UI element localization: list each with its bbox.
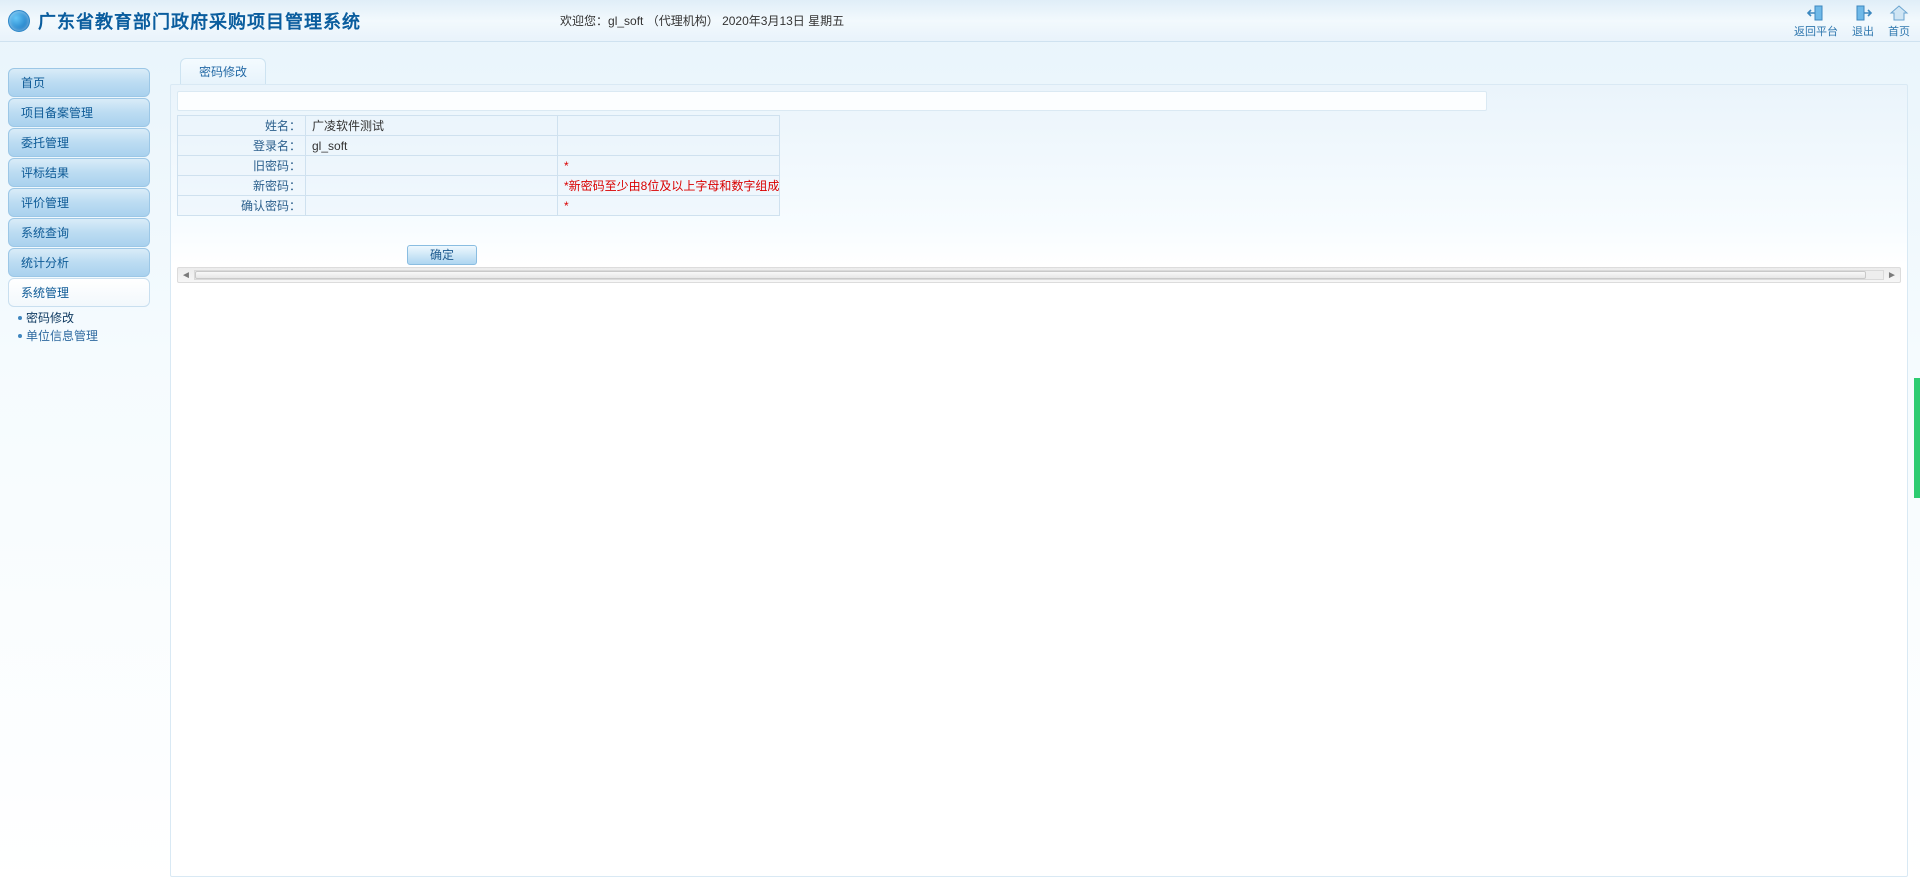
- submit-button[interactable]: 确定: [407, 245, 477, 265]
- sidebar-item-home[interactable]: 首页: [8, 68, 150, 97]
- value-login: gl_soft: [306, 136, 558, 156]
- sidebar-item-evaluation[interactable]: 评价管理: [8, 188, 150, 217]
- horizontal-scrollbar[interactable]: ◄ ►: [177, 267, 1901, 283]
- welcome-role: （代理机构）: [647, 14, 719, 28]
- home-icon: [1889, 4, 1909, 22]
- scroll-left-icon[interactable]: ◄: [178, 268, 194, 282]
- sidebar-submenu: 密码修改 单位信息管理: [8, 309, 150, 345]
- return-platform-button[interactable]: 返回平台: [1794, 4, 1838, 39]
- label-name: 姓名：: [178, 116, 306, 136]
- door-out-icon: [1806, 4, 1826, 22]
- app-logo-icon: [8, 10, 30, 32]
- tip-name: [558, 116, 780, 136]
- sidebar-sub-password[interactable]: 密码修改: [18, 309, 150, 327]
- sidebar-item-entrust[interactable]: 委托管理: [8, 128, 150, 157]
- sidebar-item-system-query[interactable]: 系统查询: [8, 218, 150, 247]
- sidebar-item-statistics[interactable]: 统计分析: [8, 248, 150, 277]
- label-login: 登录名：: [178, 136, 306, 156]
- value-name: 广凌软件测试: [306, 116, 558, 136]
- header: 广东省教育部门政府采购项目管理系统 欢迎您：gl_soft （代理机构） 202…: [0, 0, 1920, 42]
- home-button[interactable]: 首页: [1888, 4, 1910, 39]
- button-row: 确定: [177, 243, 1901, 267]
- new-password-input[interactable]: [312, 178, 557, 194]
- password-form: 姓名： 广凌软件测试 登录名： gl_soft 旧密码： * 新密码： *新密码…: [177, 115, 780, 216]
- tab-password-change[interactable]: 密码修改: [180, 58, 266, 84]
- content-pane: 姓名： 广凌软件测试 登录名： gl_soft 旧密码： * 新密码： *新密码…: [170, 84, 1908, 877]
- old-password-input[interactable]: [312, 158, 557, 174]
- label-oldpw: 旧密码：: [178, 156, 306, 176]
- tip-oldpw: *: [558, 156, 780, 176]
- header-actions: 返回平台 退出 首页: [1794, 4, 1910, 39]
- logout-label: 退出: [1852, 23, 1874, 39]
- welcome-date: 2020年3月13日 星期五: [722, 14, 844, 28]
- sidebar-sub-org-info[interactable]: 单位信息管理: [18, 327, 150, 345]
- sidebar-item-system-manage[interactable]: 系统管理: [8, 278, 150, 307]
- scroll-thumb[interactable]: [195, 271, 1866, 279]
- right-edge-indicator: [1914, 378, 1920, 498]
- tip-login: [558, 136, 780, 156]
- home-label: 首页: [1888, 23, 1910, 39]
- welcome-user: gl_soft: [608, 14, 643, 28]
- sidebar: 首页 项目备案管理 委托管理 评标结果 评价管理 系统查询 统计分析 系统管理 …: [8, 68, 150, 345]
- return-label: 返回平台: [1794, 23, 1838, 39]
- toolbar-strip: [177, 91, 1487, 111]
- tip-confirmpw: *: [558, 196, 780, 216]
- label-newpw: 新密码：: [178, 176, 306, 196]
- door-in-icon: [1853, 4, 1873, 22]
- app-title: 广东省教育部门政府采购项目管理系统: [38, 8, 361, 34]
- sidebar-item-project-filing[interactable]: 项目备案管理: [8, 98, 150, 127]
- sidebar-item-bid-result[interactable]: 评标结果: [8, 158, 150, 187]
- welcome-prefix: 欢迎您：: [560, 14, 608, 28]
- logout-button[interactable]: 退出: [1852, 4, 1874, 39]
- scroll-right-icon[interactable]: ►: [1884, 268, 1900, 282]
- tip-newpw: *新密码至少由8位及以上字母和数字组成: [558, 176, 780, 196]
- confirm-password-input[interactable]: [312, 198, 557, 214]
- label-confirmpw: 确认密码：: [178, 196, 306, 216]
- welcome-text: 欢迎您：gl_soft （代理机构） 2020年3月13日 星期五: [560, 12, 844, 29]
- scroll-track[interactable]: [194, 270, 1884, 280]
